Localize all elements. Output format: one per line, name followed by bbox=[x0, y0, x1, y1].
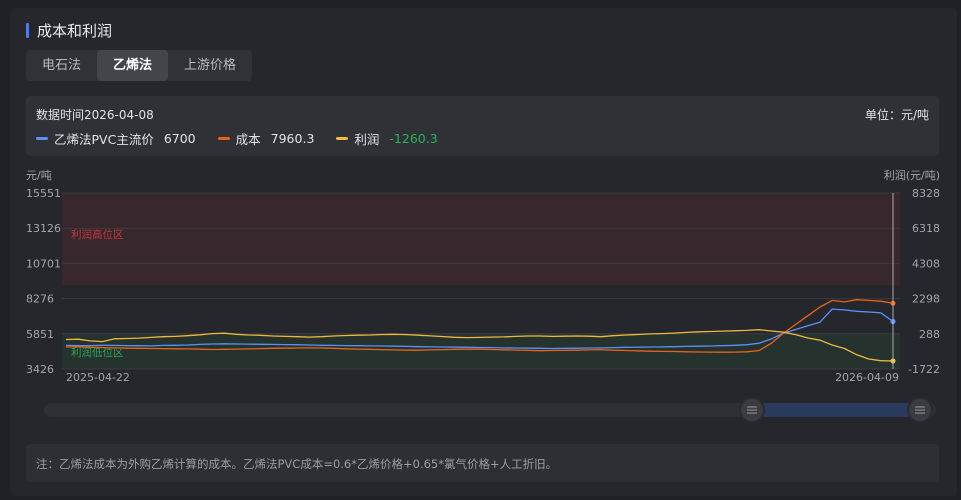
y-right-tick-label: 4308 bbox=[912, 257, 940, 270]
y-right-tick-label: 8328 bbox=[912, 187, 940, 200]
y-right-tick-label: 6318 bbox=[912, 222, 940, 235]
y-left-tick-label: 3426 bbox=[26, 363, 54, 376]
x-tick-label-end: 2026-04-09 bbox=[835, 371, 899, 384]
profit-zone-low bbox=[62, 333, 900, 369]
x-tick-label-start: 2025-04-22 bbox=[66, 371, 130, 384]
footnote: 注：乙烯法成本为外购乙烯计算的成本。乙烯法PVC成本=0.6*乙烯价格+0.65… bbox=[26, 444, 939, 482]
zone-label-high: 利润高位区 bbox=[71, 228, 124, 241]
y-left-tick-label: 15551 bbox=[26, 187, 61, 200]
y-left-tick-label: 5851 bbox=[26, 328, 54, 341]
y-left-axis-title: 元/吨 bbox=[26, 169, 52, 182]
y-left-tick-label: 10701 bbox=[26, 257, 61, 270]
y-right-axis-title: 利润(元/吨) bbox=[884, 168, 940, 182]
y-right-tick-label: 288 bbox=[919, 328, 940, 341]
y-right-tick-label: 2298 bbox=[912, 293, 940, 306]
profit-zone-high bbox=[62, 193, 900, 286]
y-right-tick-label: -1722 bbox=[908, 363, 940, 376]
y-left-tick-label: 8276 bbox=[26, 293, 54, 306]
range-slider-selection[interactable] bbox=[752, 403, 920, 417]
profit-chart: 3426 5851 8276 10701 13126 15551 -1722 288 2298 4… bbox=[26, 168, 940, 423]
footnote-text: 注：乙烯法成本为外购乙烯计算的成本。乙烯法PVC成本=0.6*乙烯价格+0.65… bbox=[36, 457, 558, 471]
y-left-tick-label: 13126 bbox=[26, 222, 61, 235]
